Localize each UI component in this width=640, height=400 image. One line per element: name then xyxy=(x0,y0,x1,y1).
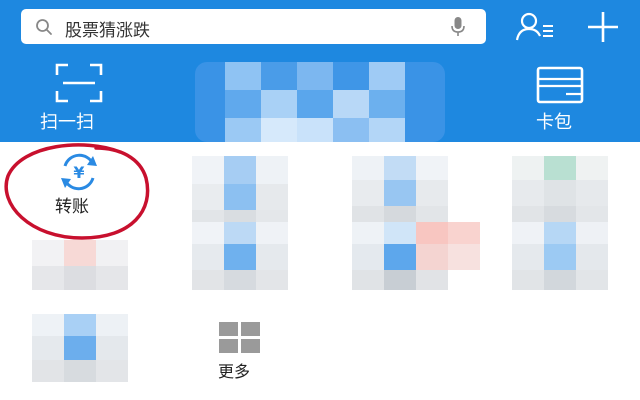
card-wallet-label[interactable]: 卡包 xyxy=(536,108,596,134)
search-bar[interactable]: 股票猜涨跌 xyxy=(21,9,486,44)
more-label[interactable]: 更多 xyxy=(218,358,250,382)
card-wallet-icon[interactable] xyxy=(536,66,584,104)
red-circle-annotation xyxy=(4,143,150,240)
search-input-text[interactable]: 股票猜涨跌 xyxy=(65,16,150,41)
microphone-icon[interactable] xyxy=(450,16,466,38)
top-header: 股票猜涨跌 扫一扫 卡包 xyxy=(0,0,640,142)
scan-icon[interactable] xyxy=(55,63,103,103)
more-grid-icon[interactable] xyxy=(219,322,261,354)
search-icon xyxy=(36,19,52,35)
blurred-banner xyxy=(195,62,445,142)
plus-icon[interactable] xyxy=(586,10,620,44)
scan-label[interactable]: 扫一扫 xyxy=(40,108,120,134)
contacts-icon[interactable] xyxy=(515,12,557,42)
